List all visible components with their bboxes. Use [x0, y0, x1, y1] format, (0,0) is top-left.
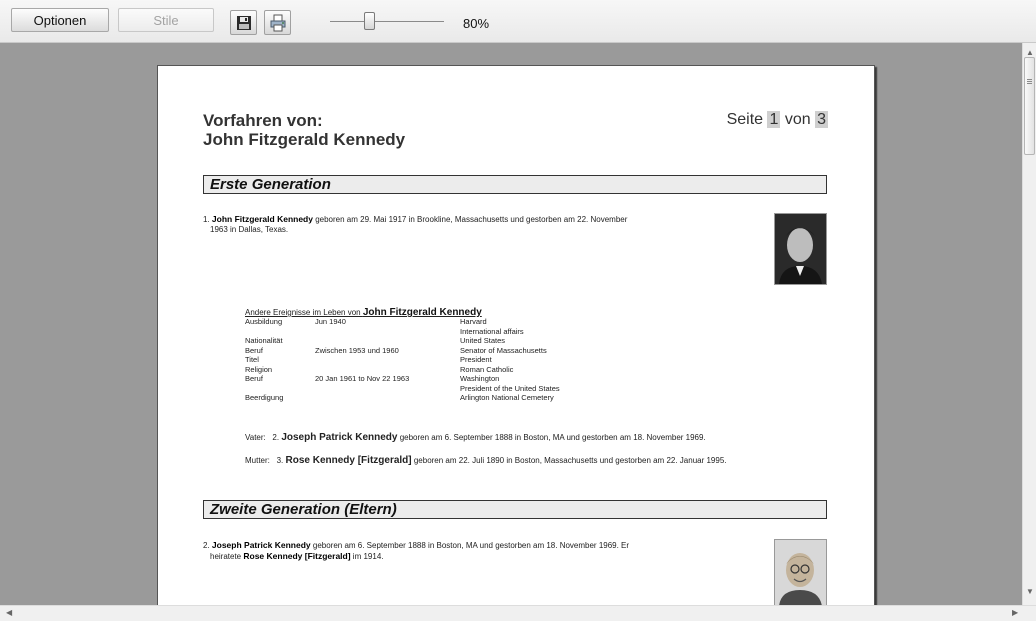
father-name[interactable]: Joseph Patrick Kennedy — [281, 432, 397, 443]
person-photo-2 — [774, 539, 827, 605]
grip-line — [1027, 81, 1032, 82]
zoom-slider-track[interactable] — [330, 21, 444, 22]
event-value: President — [460, 355, 492, 364]
person-name-2[interactable]: Joseph Patrick Kennedy — [212, 540, 311, 550]
title-person-name: John Fitzgerald Kennedy — [203, 130, 406, 149]
event-type: Beerdigung — [245, 393, 284, 402]
marriage-prefix: heiratete — [210, 552, 244, 561]
event-type: Religion — [245, 364, 273, 374]
page-of: von — [784, 111, 811, 128]
mother-text: geboren am 22. Juli 1890 in Boston, Mass… — [411, 456, 727, 465]
event-value: Washington — [460, 374, 500, 383]
event-value: United States — [460, 336, 506, 345]
document-viewport: Vorfahren von: John Fitzgerald Kennedy S… — [0, 43, 1022, 605]
event-type: Titel — [245, 355, 259, 364]
generation-heading: Erste Generation — [203, 175, 827, 194]
grip-line — [1027, 79, 1032, 80]
person-number-2: 2. — [203, 541, 210, 550]
event-value: Roman Catholic — [460, 364, 514, 374]
event-date: Jun 1940 — [315, 317, 346, 326]
event-value: International affairs — [460, 326, 524, 336]
report-page: Vorfahren von: John Fitzgerald Kennedy S… — [157, 65, 875, 605]
zoom-level: 80% — [463, 16, 490, 31]
event-type: Beruf — [245, 345, 263, 355]
event-value: Senator of Massachusetts — [460, 345, 547, 355]
page-indicator: Seite 1 von 3 — [727, 111, 828, 129]
portrait-image-2 — [775, 540, 826, 605]
mother-line: Mutter: 3. Rose Kennedy [Fitzgerald] geb… — [245, 456, 727, 466]
event-value: Arlington National Cemetery — [460, 393, 554, 402]
title-prefix: Vorfahren von: — [203, 111, 323, 130]
event-value: President of the United States — [460, 383, 560, 393]
report-title: Vorfahren von: John Fitzgerald Kennedy — [203, 111, 405, 149]
person-text-cont: 1963 in Dallas, Texas. — [210, 225, 289, 234]
floppy-disk-icon — [236, 15, 251, 30]
event-value: Harvard — [460, 317, 487, 326]
horizontal-scrollbar[interactable]: ◀ ▶ — [0, 605, 1036, 621]
marriage-suffix: im 1914. — [350, 552, 384, 561]
father-number: 2. — [272, 433, 280, 442]
scroll-up-icon[interactable]: ▲ — [1026, 49, 1034, 57]
page-total: 3 — [815, 111, 828, 128]
event-type: Ausbildung — [245, 317, 283, 326]
person-text: geboren am 29. Mai 1917 in Brookline, Ma… — [312, 215, 628, 224]
portrait-image — [775, 214, 826, 284]
print-button[interactable] — [264, 10, 291, 35]
events-heading-prefix: Andere Ereignisse im Leben von — [245, 308, 363, 317]
vertical-scroll-thumb[interactable] — [1024, 57, 1035, 155]
father-text: geboren am 6. September 1888 in Boston, … — [397, 433, 706, 442]
spouse-name[interactable]: Rose Kennedy [Fitzgerald] — [243, 551, 350, 561]
event-date: Zwischen 1953 und 1960 — [315, 345, 399, 355]
mother-name[interactable]: Rose Kennedy [Fitzgerald] — [285, 455, 411, 466]
toolbar: Optionen Stile 80% — [0, 0, 1036, 43]
styles-button[interactable]: Stile — [118, 8, 214, 32]
person-text-2: geboren am 6. September 1888 in Boston, … — [310, 541, 630, 550]
options-button[interactable]: Optionen — [11, 8, 109, 32]
father-label: Vater: — [245, 433, 266, 442]
save-button[interactable] — [230, 10, 257, 35]
person-entry: 1. John Fitzgerald Kennedy geboren am 29… — [203, 214, 748, 235]
person-name[interactable]: John Fitzgerald Kennedy — [212, 214, 313, 224]
father-line: Vater: 2. Joseph Patrick Kennedy geboren… — [245, 433, 706, 443]
event-type: Nationalität — [245, 336, 283, 345]
mother-label: Mutter: — [245, 456, 270, 465]
grip-line — [1027, 83, 1032, 84]
person-entry-2: 2. Joseph Patrick Kennedy geboren am 6. … — [203, 540, 748, 562]
page-word: Seite — [726, 111, 764, 128]
zoom-slider-thumb[interactable] — [364, 12, 375, 30]
printer-icon — [270, 14, 285, 31]
generation-heading-2: Zweite Generation (Eltern) — [203, 500, 827, 519]
scroll-left-icon[interactable]: ◀ — [6, 609, 12, 617]
scroll-right-icon[interactable]: ▶ — [1012, 609, 1018, 617]
event-date: 20 Jan 1961 to Nov 22 1963 — [315, 374, 410, 383]
scroll-down-icon[interactable]: ▼ — [1026, 588, 1034, 596]
mother-number: 3. — [276, 456, 284, 465]
event-type: Beruf — [245, 374, 263, 383]
person-number: 1. — [203, 215, 210, 224]
person-photo — [774, 213, 827, 285]
page-current: 1 — [767, 111, 781, 128]
